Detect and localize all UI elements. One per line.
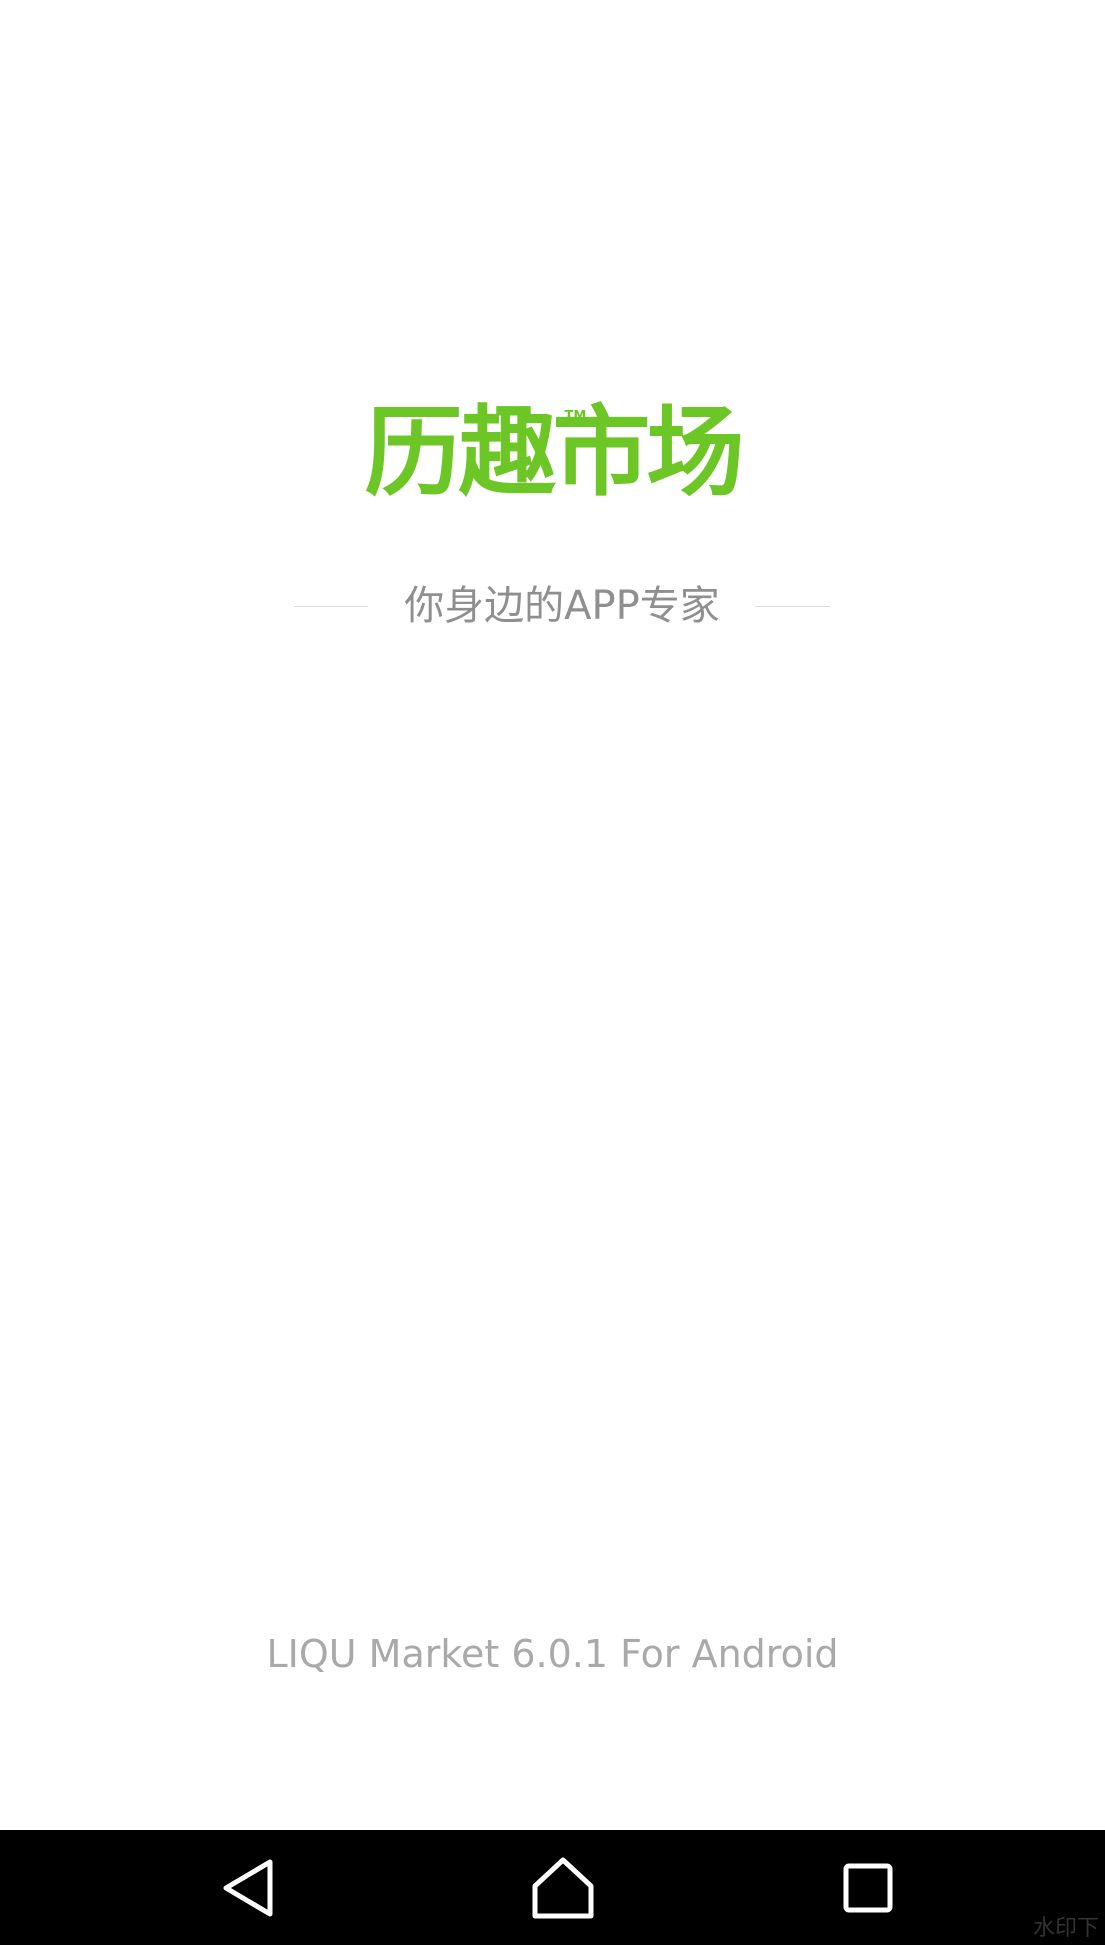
- tagline-text: 你身边的APP专家: [404, 583, 720, 629]
- logo-text: 历趣市场: [364, 396, 744, 510]
- tagline: 你身边的APP专家: [0, 576, 1105, 636]
- screen: 历趣市场 TM 你身边的APP专家 LIQU Market 6.0.1 For …: [0, 0, 1105, 1945]
- trademark-mark: TM: [564, 409, 587, 424]
- system-navigation-bar: 水印下: [0, 1830, 1105, 1945]
- home-icon: [532, 1857, 594, 1918]
- version-label: LIQU Market 6.0.1 For Android: [266, 1632, 839, 1676]
- app-logo: 历趣市场 TM: [0, 398, 1105, 508]
- tagline-divider-left: [294, 606, 368, 607]
- logo-wordmark: 历趣市场 TM: [364, 396, 744, 510]
- home-button[interactable]: [483, 1830, 643, 1945]
- tagline-divider-right: [755, 606, 830, 607]
- recents-button[interactable]: [788, 1830, 948, 1945]
- back-triangle-icon: [223, 1859, 273, 1916]
- splash-screen: 历趣市场 TM 你身边的APP专家 LIQU Market 6.0.1 For …: [0, 0, 1105, 1830]
- watermark-text: 水印下: [1032, 1916, 1099, 1941]
- back-button[interactable]: [168, 1830, 328, 1945]
- recents-square-icon: [843, 1863, 893, 1912]
